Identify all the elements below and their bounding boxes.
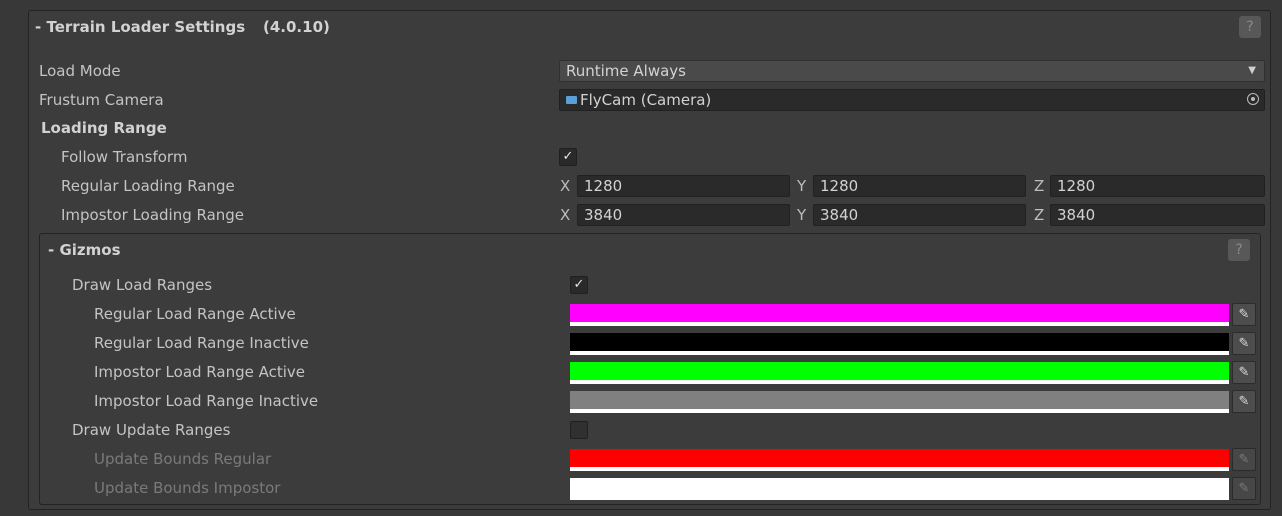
gizmos-header[interactable]: - Gizmos ? bbox=[40, 236, 1260, 264]
frustum-camera-value: FlyCam (Camera) bbox=[580, 91, 712, 109]
terrain-loader-panel: - Terrain Loader Settings (4.0.10) ? Loa… bbox=[28, 10, 1271, 510]
color-swatch[interactable] bbox=[570, 449, 1229, 471]
regular-loading-range-row: Regular Loading Range X 1280 Y 1280 Z 12… bbox=[29, 172, 1270, 200]
eyedropper-icon[interactable]: ✎ bbox=[1232, 361, 1256, 384]
regular-loading-range-label: Regular Loading Range bbox=[61, 177, 235, 195]
follow-transform-checkbox[interactable]: ✓ bbox=[559, 148, 577, 166]
draw-update-ranges-checkbox[interactable] bbox=[570, 421, 588, 439]
loading-range-label: Loading Range bbox=[41, 119, 167, 137]
color-label: Regular Load Range Active bbox=[94, 305, 296, 323]
loading-range-row: Loading Range bbox=[29, 114, 1270, 142]
follow-transform-label: Follow Transform bbox=[61, 148, 188, 166]
draw-load-ranges-checkbox[interactable]: ✓ bbox=[570, 276, 588, 294]
color-swatch[interactable] bbox=[570, 304, 1229, 326]
load-mode-value: Runtime Always bbox=[566, 62, 686, 80]
color-row: Update Bounds Regular ✎ bbox=[40, 445, 1260, 473]
color-label: Impostor Load Range Active bbox=[94, 363, 306, 381]
draw-load-ranges-label: Draw Load Ranges bbox=[72, 276, 213, 294]
color-swatch[interactable] bbox=[570, 333, 1229, 355]
impostor-range-x-field[interactable]: 3840 bbox=[577, 204, 790, 226]
section-title[interactable]: - Terrain Loader Settings bbox=[35, 13, 245, 41]
impostor-loading-range-row: Impostor Loading Range X 3840 Y 3840 Z 3… bbox=[29, 201, 1270, 229]
draw-update-ranges-label: Draw Update Ranges bbox=[72, 421, 231, 439]
regular-range-y-field[interactable]: 1280 bbox=[813, 175, 1026, 197]
color-swatch[interactable] bbox=[570, 478, 1229, 500]
color-label: Impostor Load Range Inactive bbox=[94, 392, 319, 410]
color-row: Impostor Load Range Inactive ✎ bbox=[40, 387, 1260, 415]
color-row: Update Bounds Impostor ✎ bbox=[40, 474, 1260, 502]
regular-range-x-field[interactable]: 1280 bbox=[577, 175, 790, 197]
color-row: Regular Load Range Inactive ✎ bbox=[40, 329, 1260, 357]
color-row: Impostor Load Range Active ✎ bbox=[40, 358, 1260, 386]
help-icon[interactable]: ? bbox=[1228, 239, 1250, 261]
frustum-camera-row: Frustum Camera FlyCam (Camera) bbox=[29, 86, 1270, 114]
y-axis-label: Y bbox=[797, 206, 807, 224]
load-mode-row: Load Mode Runtime Always ▼ bbox=[29, 57, 1270, 85]
eyedropper-icon[interactable]: ✎ bbox=[1232, 303, 1256, 326]
color-swatch[interactable] bbox=[570, 362, 1229, 384]
x-axis-label: X bbox=[560, 206, 571, 224]
impostor-range-z-field[interactable]: 3840 bbox=[1050, 204, 1265, 226]
draw-update-ranges-row: Draw Update Ranges bbox=[40, 416, 1260, 444]
camera-icon bbox=[566, 95, 577, 104]
chevron-down-icon: ▼ bbox=[1248, 65, 1256, 76]
color-label: Regular Load Range Inactive bbox=[94, 334, 309, 352]
header-row[interactable]: - Terrain Loader Settings (4.0.10) ? bbox=[29, 13, 1270, 41]
y-axis-label: Y bbox=[797, 177, 807, 195]
z-axis-label: Z bbox=[1034, 177, 1045, 195]
eyedropper-icon[interactable]: ✎ bbox=[1232, 477, 1256, 500]
impostor-loading-range-label: Impostor Loading Range bbox=[61, 206, 245, 224]
color-label: Update Bounds Impostor bbox=[94, 479, 281, 497]
version-label: (4.0.10) bbox=[263, 18, 330, 36]
impostor-range-y-field[interactable]: 3840 bbox=[813, 204, 1026, 226]
load-mode-label: Load Mode bbox=[39, 62, 121, 80]
z-axis-label: Z bbox=[1034, 206, 1045, 224]
color-row: Regular Load Range Active ✎ bbox=[40, 300, 1260, 328]
x-axis-label: X bbox=[560, 177, 571, 195]
eyedropper-icon[interactable]: ✎ bbox=[1232, 390, 1256, 413]
gizmos-panel: - Gizmos ? Draw Load Ranges ✓ Regular Lo… bbox=[39, 233, 1261, 505]
color-label: Update Bounds Regular bbox=[94, 450, 272, 468]
frustum-camera-field[interactable]: FlyCam (Camera) bbox=[559, 89, 1265, 111]
regular-range-z-field[interactable]: 1280 bbox=[1050, 175, 1265, 197]
follow-transform-row: Follow Transform ✓ bbox=[29, 143, 1270, 171]
eyedropper-icon[interactable]: ✎ bbox=[1232, 448, 1256, 471]
help-icon[interactable]: ? bbox=[1239, 16, 1261, 38]
frustum-camera-label: Frustum Camera bbox=[39, 91, 164, 109]
eyedropper-icon[interactable]: ✎ bbox=[1232, 332, 1256, 355]
draw-load-ranges-row: Draw Load Ranges ✓ bbox=[40, 271, 1260, 299]
load-mode-dropdown[interactable]: Runtime Always ▼ bbox=[559, 60, 1265, 82]
gizmos-title[interactable]: - Gizmos bbox=[48, 236, 121, 264]
color-swatch[interactable] bbox=[570, 391, 1229, 413]
object-picker-icon[interactable] bbox=[1247, 93, 1259, 105]
